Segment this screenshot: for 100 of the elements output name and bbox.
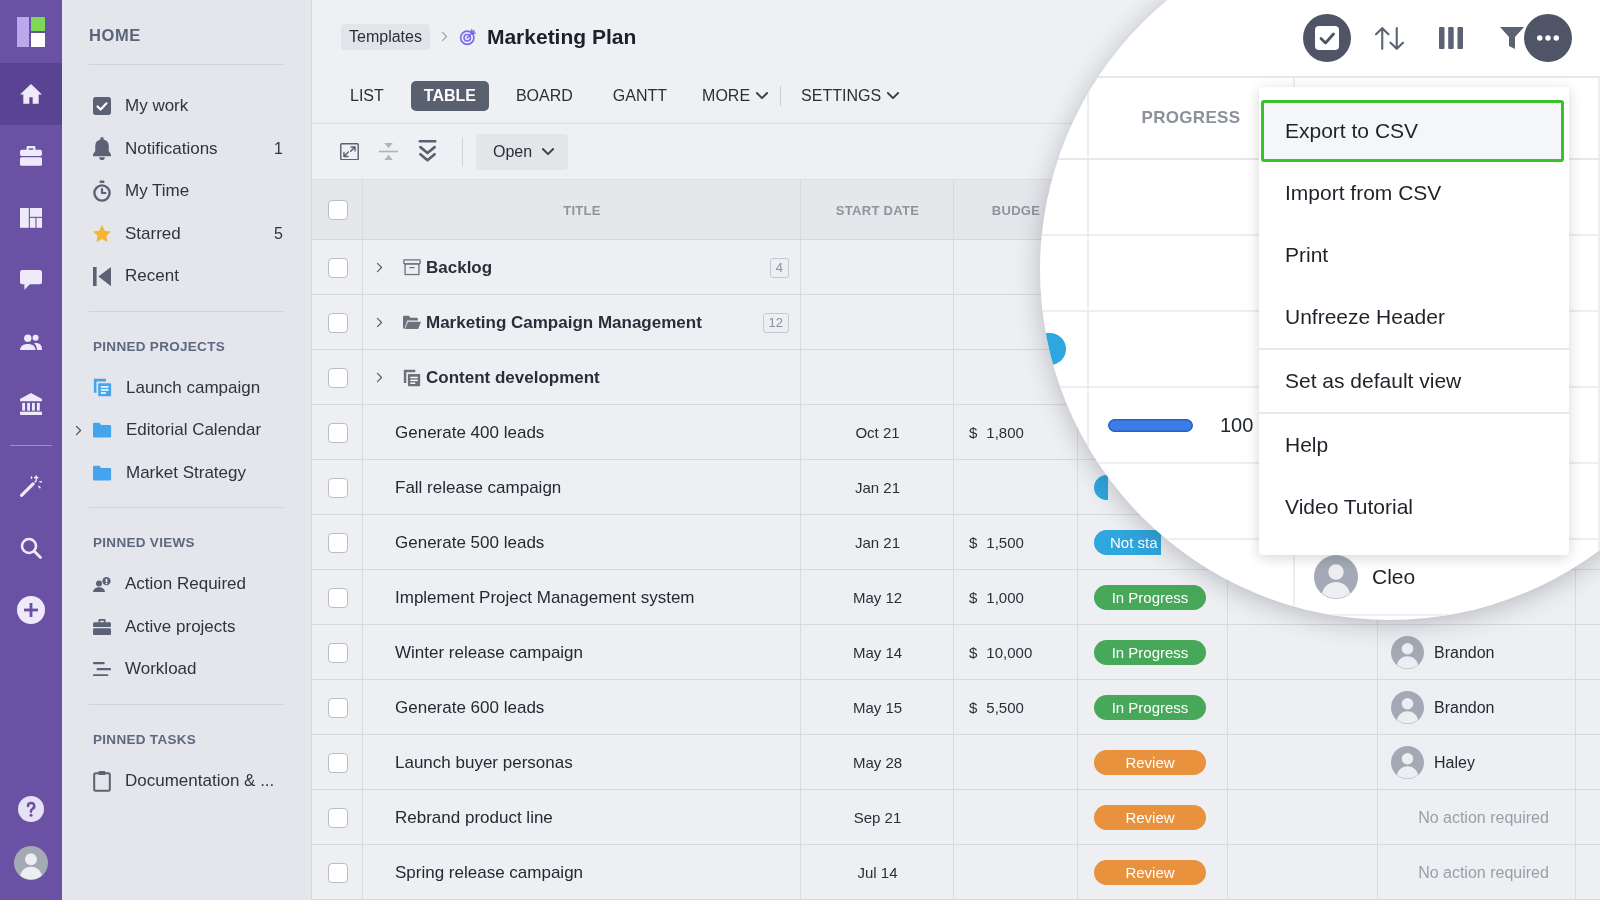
checkbox[interactable] (327, 697, 348, 718)
menu-item[interactable]: Unfreeze Header (1261, 286, 1564, 348)
dropdown-button[interactable]: MORE (702, 86, 769, 107)
checkbox[interactable] (327, 862, 348, 883)
sidebar-item[interactable]: Documentation & ... (89, 759, 283, 802)
caret-icon (542, 147, 555, 156)
menu-item[interactable]: Set as default view (1261, 350, 1564, 412)
checkbox[interactable] (327, 642, 348, 663)
task-title: Fall release campaign (395, 477, 562, 498)
chevron-icon[interactable] (376, 262, 383, 273)
checkbox[interactable] (327, 367, 348, 388)
chevron-icon[interactable] (376, 317, 383, 328)
sidebar-item[interactable]: Launch campaign (75, 366, 283, 409)
sidebar-item[interactable]: My Time (89, 170, 283, 213)
skip-back-icon (93, 266, 111, 286)
expand-icon[interactable] (340, 142, 359, 161)
help-icon[interactable] (18, 796, 44, 822)
columns-icon[interactable] (1439, 27, 1463, 49)
sidebar-item[interactable]: Notifications 1 (89, 127, 283, 170)
avatar-icon (1391, 636, 1424, 669)
checkbox[interactable] (327, 200, 348, 220)
assignee-name: Haley (1434, 753, 1475, 772)
avatar-icon (1391, 691, 1424, 724)
start-date: May 14 (852, 644, 903, 661)
briefcase-icon[interactable] (20, 146, 42, 166)
checkbox[interactable] (327, 422, 348, 443)
menu-item[interactable]: Print (1261, 224, 1564, 286)
checkbox[interactable] (327, 587, 348, 608)
sidebar-item[interactable]: Workload (89, 648, 283, 691)
breadcrumb-link[interactable]: Templates (341, 23, 430, 50)
people-icon[interactable] (20, 333, 42, 351)
expand-all-icon[interactable] (418, 139, 437, 164)
view-tab[interactable]: BOARD (502, 81, 586, 112)
dashboard-icon[interactable] (20, 208, 42, 228)
nav-button[interactable] (0, 63, 62, 125)
task-title: Generate 500 leads (395, 532, 545, 553)
folder-icon (93, 465, 112, 481)
view-tab[interactable]: GANTT (599, 81, 681, 112)
progress-value: 100 (1220, 413, 1254, 437)
view-tab[interactable]: LIST (337, 81, 397, 112)
task-title: Rebrand product line (395, 807, 553, 828)
clipboard-icon (93, 769, 111, 792)
chevron-icon[interactable] (376, 372, 383, 383)
item-count: 5 (274, 224, 283, 243)
start-date: Sep 21 (853, 809, 902, 826)
status-pill: In Progress (1094, 695, 1206, 720)
search-icon[interactable] (20, 537, 42, 559)
filter-icon[interactable] (1500, 27, 1524, 49)
item-count: 4 (769, 257, 789, 278)
timer-icon (93, 180, 111, 203)
sidebar-item[interactable]: Recent (89, 255, 283, 298)
chat-icon[interactable] (20, 270, 42, 290)
checkbox[interactable] (327, 752, 348, 773)
checkbox[interactable] (327, 257, 348, 278)
sidebar-item[interactable]: Starred 5 (89, 212, 283, 255)
magic-wand-icon[interactable] (20, 475, 42, 497)
section-heading: PINNED TASKS (92, 730, 198, 749)
view-tab[interactable]: TABLE (410, 81, 489, 112)
bank-icon[interactable] (20, 393, 42, 415)
checkbox[interactable] (327, 312, 348, 333)
checkbox[interactable] (327, 532, 348, 553)
status-pill: Review (1094, 860, 1206, 885)
sidebar-item[interactable]: Action Required (89, 563, 283, 606)
add-icon[interactable] (17, 596, 45, 624)
status-pill: In Progress (1094, 640, 1206, 665)
menu-item[interactable]: Video Tutorial (1261, 476, 1564, 538)
status-pill: Review (1094, 805, 1206, 830)
sort-icon[interactable] (1375, 26, 1404, 50)
currency-symbol: $ (969, 644, 978, 661)
document-list-icon (403, 368, 421, 387)
budget-amount: 1,000 (986, 589, 1024, 606)
toolbar-button[interactable] (1303, 14, 1351, 62)
sidebar-item[interactable]: Market Strategy (75, 451, 283, 494)
assignee-name: Brandon (1434, 643, 1495, 662)
sidebar-item[interactable]: My work (89, 85, 283, 128)
assignee-note: No action required (1418, 808, 1549, 827)
menu-item[interactable]: Help (1261, 414, 1564, 476)
sidebar-item[interactable]: Editorial Calendar (75, 409, 283, 452)
dropdown-button[interactable]: SETTINGS (801, 86, 900, 107)
archive-icon (403, 259, 421, 276)
start-date: Oct 21 (855, 424, 900, 441)
status-filter-dropdown[interactable]: Open (476, 133, 569, 170)
checkbox[interactable] (327, 807, 348, 828)
sidebar-item[interactable]: Active projects (89, 605, 283, 648)
start-date: May 15 (852, 699, 903, 716)
group-title: Marketing Campaign Management (426, 312, 702, 333)
menu-item[interactable]: Export to CSV (1261, 100, 1564, 162)
currency-symbol: $ (969, 589, 978, 606)
menu-item[interactable]: Import from CSV (1261, 162, 1564, 224)
budget-amount: 10,000 (986, 644, 1033, 661)
caret-icon (887, 92, 900, 101)
group-title: Content development (426, 367, 600, 388)
avatar-icon[interactable] (14, 846, 48, 880)
chevron-icon[interactable] (75, 424, 82, 436)
item-count: 12 (762, 312, 789, 333)
start-date: May 12 (852, 589, 903, 606)
folder-icon (93, 422, 112, 438)
avatar-icon (1391, 746, 1424, 779)
toolbar-button[interactable] (1524, 14, 1572, 62)
checkbox[interactable] (327, 477, 348, 498)
